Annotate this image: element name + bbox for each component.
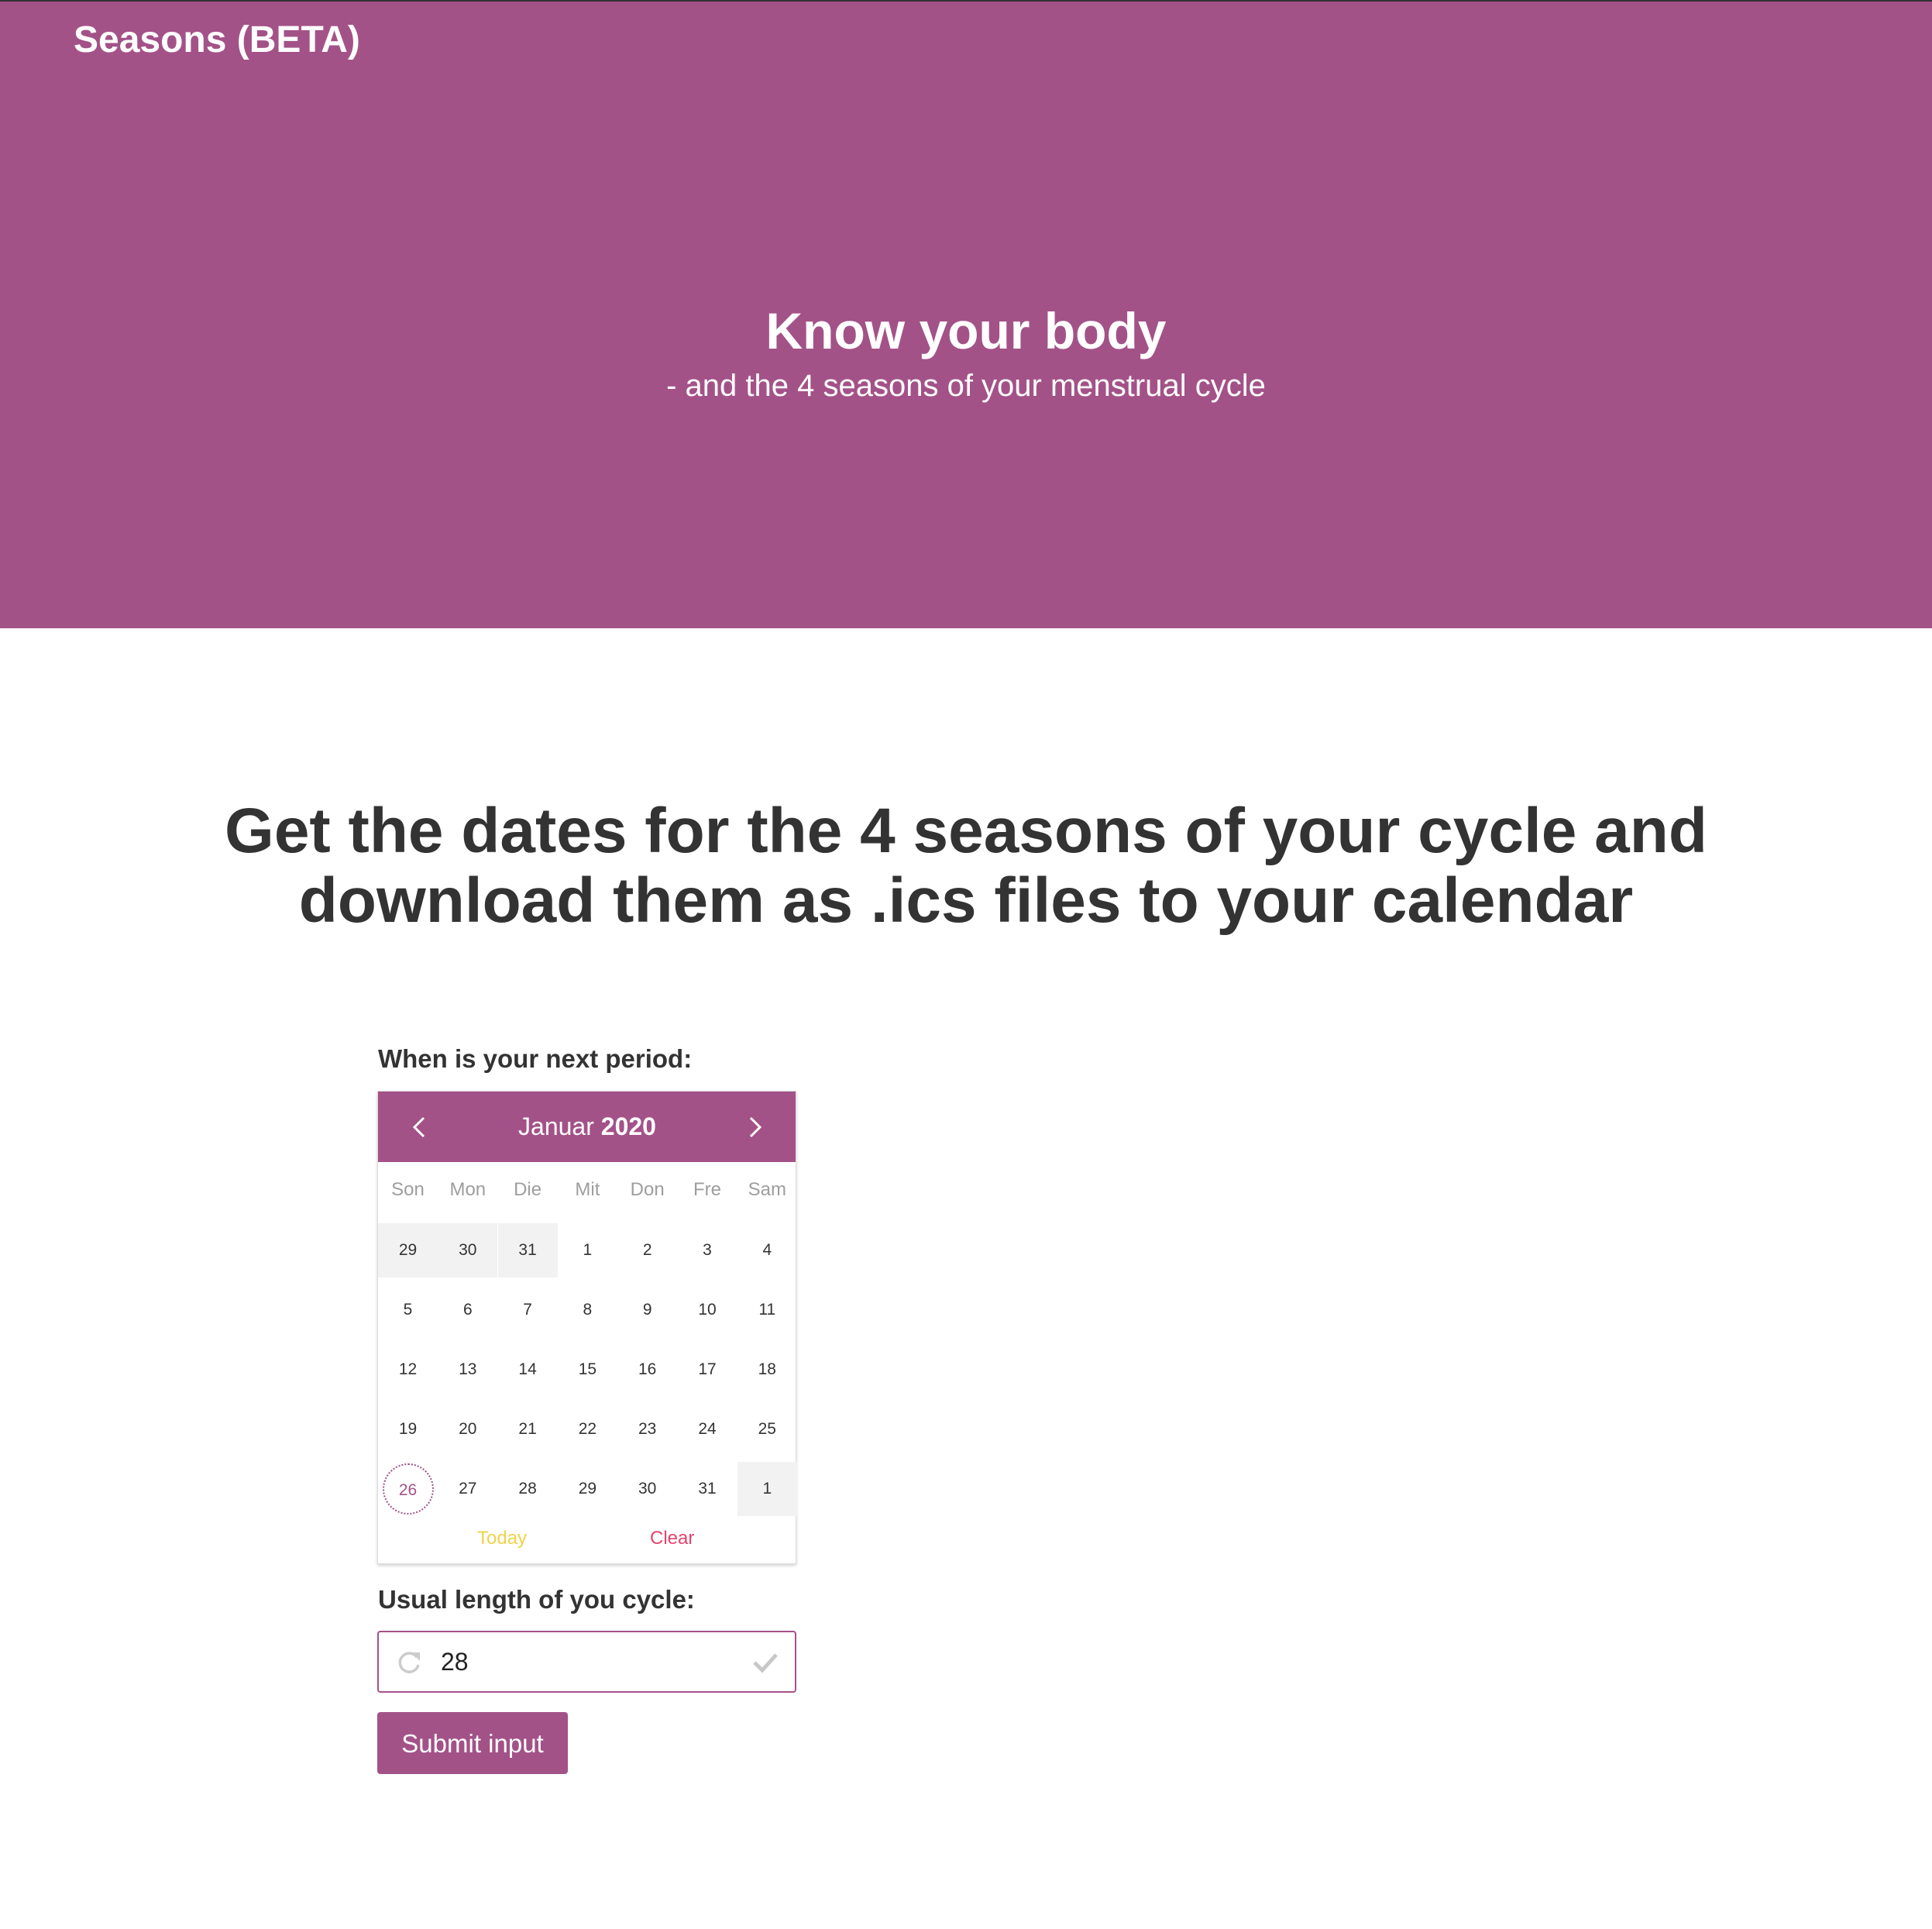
calendar-day[interactable]: 1 — [558, 1223, 617, 1277]
datepicker-header: Januar 2020 — [378, 1092, 796, 1162]
next-month-button[interactable] — [733, 1105, 776, 1149]
calendar-day[interactable]: 27 — [438, 1462, 497, 1516]
period-label: When is your next period: — [378, 1044, 693, 1073]
calendar-day[interactable]: 6 — [438, 1283, 497, 1337]
calendar-day[interactable]: 21 — [498, 1402, 558, 1456]
today-button[interactable]: Today — [477, 1525, 527, 1552]
weekday-header: Fre — [693, 1179, 721, 1200]
calendar-day[interactable]: 3 — [678, 1223, 737, 1277]
calendar-day[interactable]: 30 — [617, 1462, 677, 1516]
weekday-header: Sam — [748, 1179, 786, 1200]
calendar-day[interactable]: 5 — [378, 1283, 438, 1337]
chevron-right-icon — [749, 1116, 762, 1138]
calendar-day[interactable]: 31 — [497, 1223, 558, 1277]
calendar-day[interactable]: 25 — [737, 1402, 797, 1456]
datepicker: Januar 2020 Son Mon Die Mit Don Fre Sam 29 30 31… — [377, 1091, 797, 1564]
calendar-day[interactable]: 11 — [737, 1283, 797, 1337]
datepicker-title: Januar 2020 — [448, 1109, 727, 1144]
submit-button[interactable]: Submit input — [377, 1712, 568, 1774]
calendar-day[interactable]: 23 — [617, 1402, 677, 1456]
calendar-day[interactable]: 22 — [558, 1402, 617, 1456]
calendar-day[interactable]: 15 — [558, 1343, 617, 1397]
brand-link[interactable]: Seasons (BETA) — [74, 17, 360, 64]
cycle-length-field — [377, 1631, 796, 1693]
calendar-day[interactable]: 31 — [678, 1462, 737, 1516]
calendar-day[interactable]: 29 — [558, 1462, 617, 1516]
weekday-header: Son — [391, 1179, 425, 1200]
calendar-day[interactable]: 14 — [498, 1343, 558, 1397]
clear-button[interactable]: Clear — [650, 1525, 694, 1552]
calendar-day[interactable]: 13 — [438, 1343, 497, 1397]
checkmark-icon — [751, 1648, 780, 1681]
calendar-day[interactable]: 18 — [737, 1343, 797, 1397]
weekday-header: Die — [514, 1179, 542, 1200]
hero-subtitle: - and the 4 seasons of your menstrual cy… — [666, 369, 1266, 403]
calendar-day[interactable]: 10 — [678, 1283, 737, 1337]
page-heading: Get the dates for the 4 seasons of your … — [155, 796, 1777, 936]
prev-month-button[interactable] — [398, 1105, 442, 1149]
calendar-day[interactable]: 2 — [617, 1223, 677, 1277]
hero-banner: Seasons (BETA) Know your body - and the … — [0, 0, 1932, 628]
calendar-day[interactable]: 24 — [678, 1402, 737, 1456]
calendar-day[interactable]: 28 — [498, 1462, 558, 1516]
cycle-length-input[interactable] — [441, 1642, 720, 1682]
weekday-header: Mon — [449, 1179, 486, 1200]
calendar-day[interactable]: 19 — [378, 1402, 438, 1456]
calendar-day[interactable]: 9 — [617, 1283, 677, 1337]
weekday-header: Mit — [575, 1179, 600, 1200]
page: Seasons (BETA) Know your body - and the … — [0, 0, 1932, 1929]
calendar-day[interactable]: 4 — [737, 1223, 797, 1277]
page-heading-line-1: Get the dates for the 4 seasons of your … — [225, 796, 1707, 866]
calendar-day[interactable]: 29 — [378, 1223, 438, 1277]
calendar-day[interactable]: 16 — [617, 1343, 677, 1397]
cycle-length-label: Usual length of you cycle: — [378, 1585, 695, 1614]
chevron-left-icon — [412, 1116, 425, 1138]
calendar-day[interactable]: 8 — [558, 1283, 617, 1337]
calendar-day[interactable]: 7 — [498, 1283, 558, 1337]
hero-title: Know your body — [765, 302, 1167, 359]
calendar-day[interactable]: 20 — [438, 1402, 497, 1456]
refresh-icon — [394, 1648, 424, 1681]
calendar-day[interactable]: 17 — [678, 1343, 737, 1397]
page-heading-line-2: download them as .ics files to your cale… — [298, 865, 1634, 936]
calendar-day[interactable]: 1 — [737, 1462, 797, 1516]
datepicker-year: 2020 — [600, 1112, 656, 1140]
datepicker-month: Januar — [518, 1112, 594, 1140]
weekday-header: Don — [630, 1179, 665, 1200]
calendar-day[interactable]: 26 — [378, 1462, 438, 1516]
calendar-day[interactable]: 30 — [438, 1223, 498, 1277]
calendar-day[interactable]: 12 — [378, 1343, 438, 1397]
